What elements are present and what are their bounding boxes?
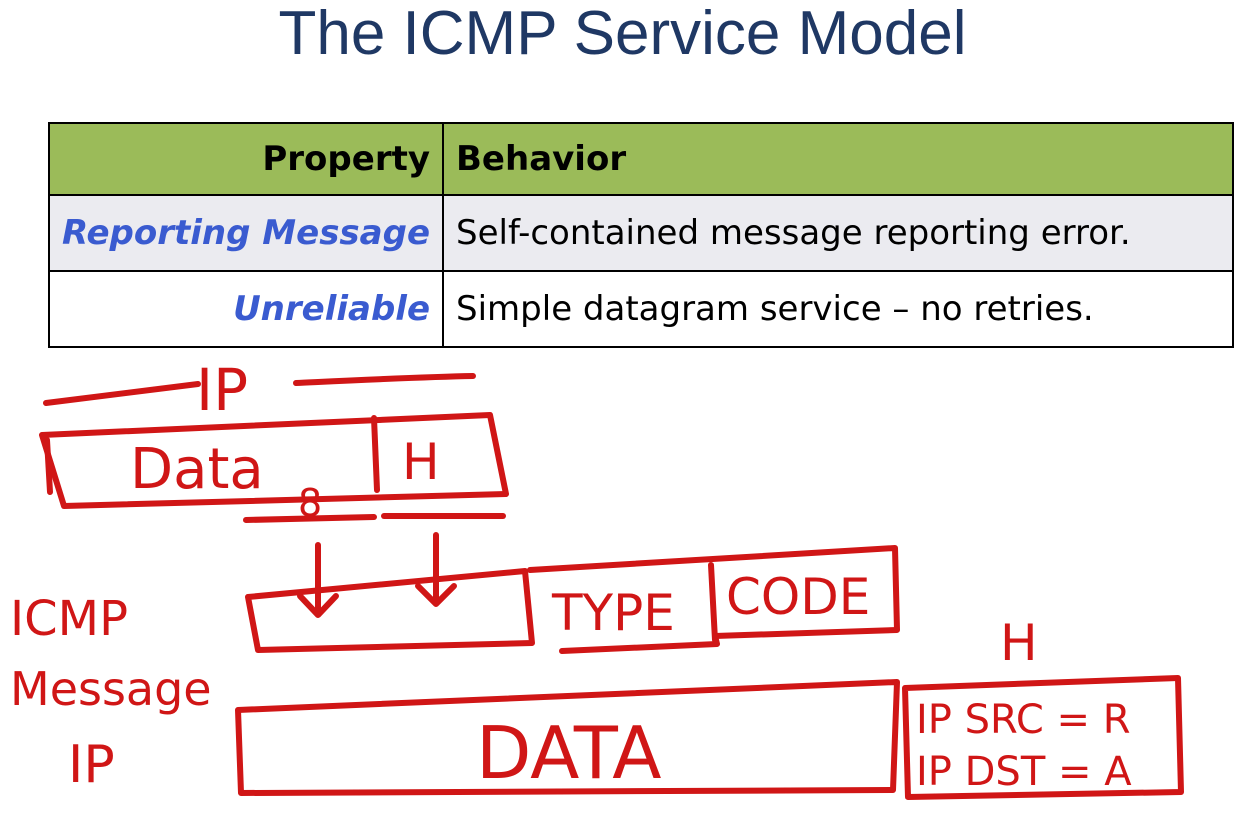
header-label: H <box>402 433 440 491</box>
header-divider <box>371 415 380 493</box>
code-label: CODE <box>726 568 870 626</box>
type-code-divider <box>708 562 718 643</box>
big-data-label: DATA <box>476 711 661 795</box>
eight-label: 8 <box>298 481 322 525</box>
data-label: Data <box>130 437 264 502</box>
ip-side-label: IP <box>68 735 115 795</box>
ip-label: IP <box>196 356 248 424</box>
type-label: TYPE <box>551 584 675 642</box>
handwritten-annotations: IP Data H 8 TYPE CODE ICMP Message IP DA… <box>10 356 1184 800</box>
ip-datagram-left-tick <box>44 437 53 495</box>
ip-dst-label: IP DST = A <box>916 749 1132 795</box>
h-top-label: H <box>1000 614 1038 672</box>
ip-overline-right <box>293 373 476 386</box>
down-arrow-right <box>415 532 457 607</box>
icmp-label: ICMP <box>10 591 128 647</box>
ip-src-label: IP SRC = R <box>916 697 1131 743</box>
down-arrow-left <box>297 542 339 618</box>
icmp-payload-box <box>245 568 535 653</box>
message-label: Message <box>10 662 212 716</box>
ip-overline-left <box>43 381 201 406</box>
